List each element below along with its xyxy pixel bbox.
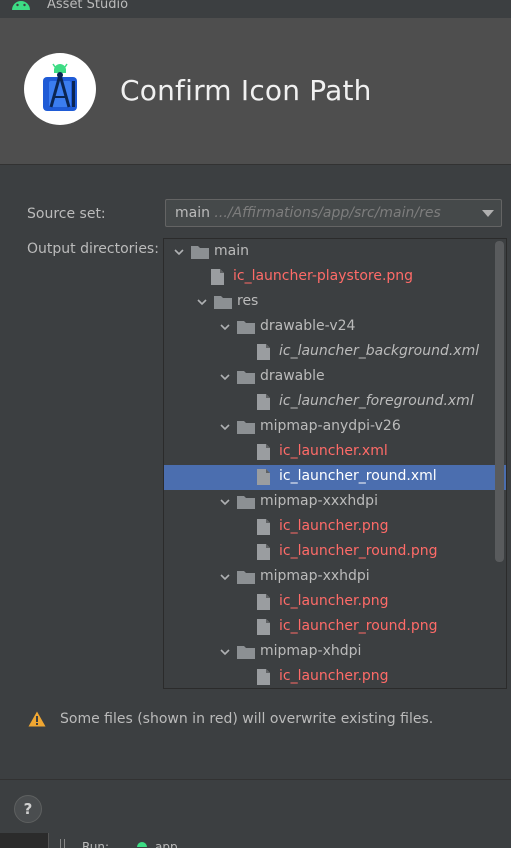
tree-file-row[interactable]: ic_launcher_round.xml <box>164 465 506 490</box>
warning-text: Some files (shown in red) will overwrite… <box>60 711 434 727</box>
chevron-down-icon[interactable] <box>220 497 230 507</box>
file-icon <box>257 444 270 460</box>
help-button[interactable]: ? <box>14 795 42 823</box>
tree-folder-row[interactable]: mipmap-xxhdpi <box>164 565 506 590</box>
tree-file-row[interactable]: ic_launcher.png <box>164 515 506 540</box>
chevron-down-icon[interactable] <box>220 372 230 382</box>
tree-folder-row[interactable]: mipmap-xhdpi <box>164 640 506 665</box>
warning-icon <box>28 711 46 727</box>
tree-file-row[interactable]: ic_launcher_round.png <box>164 615 506 640</box>
android-icon <box>12 1 30 10</box>
tree-folder-row[interactable]: res <box>164 290 506 315</box>
file-name: ic_launcher_background.xml <box>279 343 480 359</box>
tree-file-row[interactable]: ic_launcher.png <box>164 590 506 615</box>
tree-scrollbar-thumb[interactable] <box>495 241 504 562</box>
file-icon <box>257 469 270 485</box>
file-icon <box>211 269 224 285</box>
source-set-path: .../Affirmations/app/src/main/res <box>209 205 441 221</box>
help-icon: ? <box>23 800 33 818</box>
dialog-title: Confirm Icon Path <box>120 74 372 107</box>
folder-name: res <box>237 293 259 309</box>
file-name: ic_launcher_foreground.xml <box>279 393 474 409</box>
tree-folder-row[interactable]: mipmap-xxxhdpi <box>164 490 506 515</box>
folder-icon <box>191 246 209 259</box>
file-name: ic_launcher_round.png <box>279 543 438 559</box>
run-tool-strip <box>48 833 511 848</box>
chevron-down-icon[interactable] <box>482 210 494 217</box>
chevron-down-icon[interactable] <box>220 322 230 332</box>
folder-name: main <box>214 243 249 259</box>
folder-name: mipmap-xxxhdpi <box>260 493 378 509</box>
ide-bottom-bar: Run: app <box>0 833 511 848</box>
folder-name: mipmap-xhdpi <box>260 643 362 659</box>
output-directories-tree[interactable]: main ic_launcher-playstore.png res drawable… <box>163 238 507 689</box>
tree-folder-row[interactable]: drawable <box>164 365 506 390</box>
tree-folder-row[interactable]: drawable-v24 <box>164 315 506 340</box>
file-icon <box>257 669 270 685</box>
file-name: ic_launcher.png <box>279 668 389 684</box>
folder-icon <box>237 421 255 434</box>
window-title: Asset Studio <box>47 0 129 12</box>
folder-icon <box>237 646 255 659</box>
output-directories-label: Output directories: <box>27 241 159 257</box>
source-set-dropdown[interactable]: main .../Affirmations/app/src/main/res <box>165 199 502 227</box>
chevron-down-icon[interactable] <box>220 422 230 432</box>
header-divider <box>0 164 511 165</box>
android-app-icon <box>137 842 147 847</box>
tree-file-row[interactable]: ic_launcher_round.png <box>164 540 506 565</box>
file-name: ic_launcher-playstore.png <box>233 268 414 284</box>
tree-file-row[interactable]: ic_launcher.xml <box>164 440 506 465</box>
folder-icon <box>237 371 255 384</box>
folder-icon <box>237 496 255 509</box>
file-icon <box>257 344 270 360</box>
run-label: Run: <box>82 840 110 848</box>
android-studio-logo-icon <box>24 53 96 125</box>
tree-file-row[interactable]: ic_launcher.png <box>164 665 506 688</box>
folder-name: mipmap-anydpi-v26 <box>260 418 401 434</box>
folder-name: drawable-v24 <box>260 318 356 334</box>
file-icon <box>257 619 270 635</box>
file-icon <box>257 544 270 560</box>
folder-name: drawable <box>260 368 325 384</box>
chevron-down-icon[interactable] <box>220 572 230 582</box>
file-icon <box>257 394 270 410</box>
folder-icon <box>237 571 255 584</box>
file-name: ic_launcher.png <box>279 518 389 534</box>
folder-name: mipmap-xxhdpi <box>260 568 370 584</box>
folder-icon <box>214 296 232 309</box>
file-name: ic_launcher.xml <box>279 443 388 459</box>
file-icon <box>257 594 270 610</box>
chevron-down-icon[interactable] <box>174 247 184 257</box>
chevron-down-icon[interactable] <box>220 647 230 657</box>
footer-divider <box>0 779 511 780</box>
source-set-value: main <box>175 205 210 221</box>
title-bar: Asset Studio <box>0 0 511 18</box>
folder-icon <box>237 321 255 334</box>
dialog-header: Confirm Icon Path <box>0 18 511 164</box>
tree-folder-row[interactable]: main <box>164 240 506 265</box>
app-config-label[interactable]: app <box>155 840 178 848</box>
file-name: ic_launcher.png <box>279 593 389 609</box>
tree-file-row[interactable]: ic_launcher-playstore.png <box>164 265 506 290</box>
file-icon <box>257 519 270 535</box>
source-set-label: Source set: <box>27 206 106 222</box>
tree-file-row[interactable]: ic_launcher_foreground.xml <box>164 390 506 415</box>
tree-folder-row[interactable]: mipmap-anydpi-v26 <box>164 415 506 440</box>
tree-file-row[interactable]: ic_launcher_background.xml <box>164 340 506 365</box>
chevron-down-icon[interactable] <box>197 297 207 307</box>
file-name: ic_launcher_round.png <box>279 618 438 634</box>
drag-handle-icon[interactable] <box>60 839 65 848</box>
file-name: ic_launcher_round.xml <box>279 468 437 484</box>
